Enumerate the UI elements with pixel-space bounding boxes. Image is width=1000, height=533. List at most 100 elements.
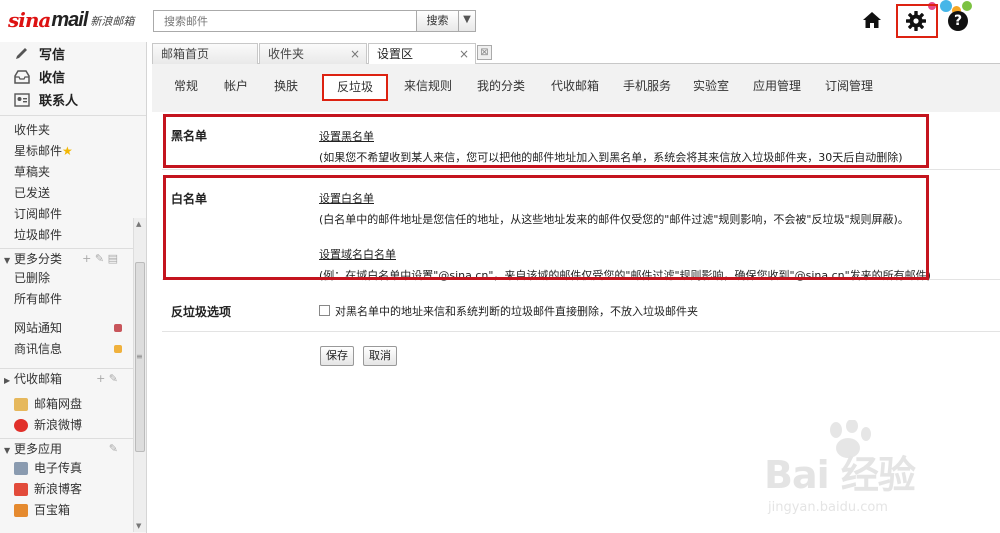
add-icon[interactable]: + xyxy=(96,372,105,385)
proxy-mailbox-header[interactable]: ▶ 代收邮箱 + ✎ xyxy=(0,368,146,388)
blacklist-highlight-box xyxy=(163,114,929,168)
app-fax-label: 电子传真 xyxy=(34,461,83,475)
settings-tab-general[interactable]: 常规 xyxy=(166,74,206,98)
logo-cn-text: 新浪邮箱 xyxy=(90,15,135,28)
home-icon[interactable] xyxy=(862,10,882,30)
collapse-arrow-icon: ▼ xyxy=(4,256,11,265)
antispam-options-body: 对黑名单中的地址来信和系统判断的垃圾邮件直接删除，不放入垃圾邮件夹 xyxy=(319,303,698,319)
watermark-url: jingyan.baidu.com xyxy=(768,500,888,515)
proxy-tools: + ✎ xyxy=(96,369,118,389)
contacts-label: 联系人 xyxy=(39,94,79,109)
gear-icon[interactable] xyxy=(905,10,927,32)
receive-button[interactable]: 收信 xyxy=(0,65,146,88)
folder-business-info-label: 商讯信息 xyxy=(14,342,63,356)
proxy-mailbox-label: 代收邮箱 xyxy=(13,372,62,386)
chevron-down-icon: ▼ xyxy=(463,14,471,25)
search-button[interactable]: 搜索 xyxy=(416,11,458,31)
search-box: 搜索 ▼ xyxy=(153,10,476,32)
search-options-dropdown[interactable]: ▼ xyxy=(458,11,475,31)
scroll-down-icon[interactable]: ▼ xyxy=(136,522,141,530)
close-icon[interactable]: × xyxy=(459,44,469,64)
direct-delete-checkbox[interactable] xyxy=(319,305,330,316)
contacts-button[interactable]: 联系人 xyxy=(0,88,146,111)
app-blog[interactable]: 新浪博客 xyxy=(0,479,146,500)
settings-tab-antispam[interactable]: 反垃圾 xyxy=(322,74,388,101)
folder-business-info[interactable]: 商讯信息 xyxy=(0,339,146,360)
app-mail-disk[interactable]: 邮箱网盘 xyxy=(0,394,146,415)
logo-sina-text: sina xyxy=(8,8,51,32)
tab-settings[interactable]: 设置区 × xyxy=(368,43,476,65)
cancel-button[interactable]: 取消 xyxy=(363,346,397,366)
antispam-options-label: 反垃圾选项 xyxy=(171,305,232,319)
more-apps-header[interactable]: ▼ 更多应用 ✎ xyxy=(0,438,146,458)
logo-mail-text: mail xyxy=(51,9,88,31)
app-weibo[interactable]: 新浪微博 xyxy=(0,415,146,436)
compose-label: 写信 xyxy=(39,48,66,63)
sina-mail-logo[interactable]: sina mail 新浪邮箱 xyxy=(8,8,134,32)
help-icon[interactable]: ? xyxy=(948,11,968,31)
gift-icon xyxy=(14,504,28,517)
settings-tab-mail-rules[interactable]: 来信规则 xyxy=(402,74,454,98)
folder-sent[interactable]: 已发送 xyxy=(0,183,146,204)
star-icon: ★ xyxy=(62,144,73,158)
settings-tab-skin[interactable]: 换肤 xyxy=(266,74,306,98)
pencil-icon xyxy=(16,47,27,59)
settings-small-icon[interactable]: ✎ xyxy=(109,442,118,455)
app-mail-disk-label: 邮箱网盘 xyxy=(34,397,83,411)
inbox-icon xyxy=(14,69,30,84)
folder-deleted[interactable]: 已删除 xyxy=(0,268,146,289)
blog-icon xyxy=(14,483,28,496)
folder-inbox[interactable]: 收件夹 xyxy=(0,120,146,141)
close-icon[interactable]: × xyxy=(350,44,360,64)
collapse-arrow-icon: ▼ xyxy=(4,446,11,455)
settings-tab-app-manage[interactable]: 应用管理 xyxy=(750,74,804,98)
manage-icon[interactable]: ▤ xyxy=(108,252,118,265)
more-folders-header[interactable]: ▼ 更多分类 + ✎ ▤ xyxy=(0,248,146,268)
settings-tab-bar: 常规 帐户 换肤 反垃圾 来信规则 我的分类 代收邮箱 手机服务 实验室 应用管… xyxy=(152,64,1000,112)
settings-tab-my-categories[interactable]: 我的分类 xyxy=(474,74,528,98)
folder-tools: + ✎ ▤ xyxy=(82,249,118,269)
window-tab-bar: 邮箱首页 收件夹 × 设置区 × ⊠ xyxy=(152,42,1000,65)
whitelist-highlight-box xyxy=(163,175,929,280)
sidebar-scrollbar[interactable]: ▲ ≡ ▼ xyxy=(133,218,146,532)
close-all-tabs-icon[interactable]: ⊠ xyxy=(477,45,492,60)
more-apps-label: 更多应用 xyxy=(13,442,62,456)
add-icon[interactable]: + xyxy=(82,252,91,265)
tab-mail-home[interactable]: 邮箱首页 xyxy=(152,43,258,64)
decorative-dot-icon xyxy=(962,1,972,11)
folder-spam[interactable]: 垃圾邮件 xyxy=(0,225,146,246)
settings-tab-row: 常规 帐户 换肤 反垃圾 来信规则 我的分类 代收邮箱 手机服务 实验室 应用管… xyxy=(152,74,1000,102)
app-fax[interactable]: 电子传真 xyxy=(0,458,146,479)
folder-drafts[interactable]: 草稿夹 xyxy=(0,162,146,183)
settings-tab-lab[interactable]: 实验室 xyxy=(690,74,732,98)
scroll-grip-icon: ≡ xyxy=(136,352,143,361)
app-treasure-box[interactable]: 百宝箱 xyxy=(0,500,146,521)
antispam-options-section: 反垃圾选项 对黑名单中的地址来信和系统判断的垃圾邮件直接删除，不放入垃圾邮件夹 xyxy=(162,282,1000,332)
tab-inbox-label: 收件夹 xyxy=(268,47,305,61)
scroll-up-icon[interactable]: ▲ xyxy=(136,220,141,228)
settings-tab-proxy-mailbox[interactable]: 代收邮箱 xyxy=(548,74,602,98)
folder-site-notices-label: 网站通知 xyxy=(14,321,63,335)
settings-tab-account[interactable]: 帐户 xyxy=(216,74,256,98)
folder-subscriptions[interactable]: 订阅邮件 xyxy=(0,204,146,225)
settings-tab-mobile[interactable]: 手机服务 xyxy=(620,74,674,98)
decorative-dot-icon xyxy=(940,0,952,12)
folder-site-notices[interactable]: 网站通知 xyxy=(0,318,146,339)
folder-starred[interactable]: 星标邮件★ xyxy=(0,141,146,162)
settings-small-icon[interactable]: ✎ xyxy=(109,372,118,385)
tab-inbox[interactable]: 收件夹 × xyxy=(259,43,367,64)
top-bar: sina mail 新浪邮箱 搜索 ▼ ? xyxy=(0,0,1000,42)
app-blog-label: 新浪博客 xyxy=(34,482,83,496)
settings-tab-subscriptions[interactable]: 订阅管理 xyxy=(822,74,876,98)
save-button[interactable]: 保存 xyxy=(320,346,354,366)
folder-all-mail[interactable]: 所有邮件 xyxy=(0,289,146,310)
settings-small-icon[interactable]: ✎ xyxy=(95,252,104,265)
folder-starred-label: 星标邮件 xyxy=(14,144,63,158)
compose-button[interactable]: 写信 xyxy=(0,42,146,65)
tag-color-icon xyxy=(114,324,122,332)
app-treasure-box-label: 百宝箱 xyxy=(34,503,71,517)
search-input[interactable] xyxy=(154,11,416,31)
direct-delete-checkbox-label[interactable]: 对黑名单中的地址来信和系统判断的垃圾邮件直接删除，不放入垃圾邮件夹 xyxy=(335,305,698,318)
folder-list: 收件夹 星标邮件★ 草稿夹 已发送 订阅邮件 垃圾邮件 xyxy=(0,115,146,246)
